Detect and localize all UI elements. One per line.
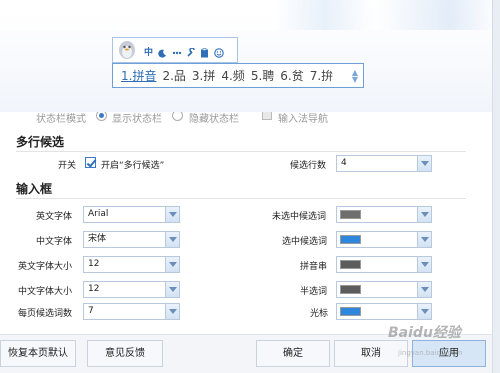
candidates-per-page-value: 7 (88, 306, 94, 316)
dots-icon[interactable] (171, 48, 182, 59)
page-arrows-icon[interactable]: ▲ ▼ (352, 69, 358, 84)
chevron-down-icon[interactable] (417, 304, 431, 319)
radio-show-status-bar-label: 显示状态栏 (112, 114, 162, 125)
radio-show-status-bar[interactable] (96, 112, 107, 121)
watermark-site: jingyan.baidu.com (398, 349, 463, 357)
english-font-select[interactable]: Arial (83, 206, 180, 223)
candidate-3[interactable]: 3.拼 (192, 67, 215, 84)
color-swatch (340, 285, 361, 294)
chevron-down-icon[interactable] (417, 207, 431, 222)
ime-toolbar-icons: 中 (143, 46, 224, 60)
candidate-5[interactable]: 5.聘 (251, 67, 274, 84)
chevron-down-icon[interactable] (165, 304, 179, 319)
candidates-per-page-label: 每页候选词数 (18, 309, 73, 319)
chinese-font-size-label: 中文字体大小 (18, 287, 73, 297)
chinese-font-size-select[interactable]: 12 (83, 281, 180, 298)
selected-candidate-color-select[interactable] (336, 231, 432, 248)
status-bar-mode-row: 状态栏模式 显示状态栏 隐藏状态栏 输入法导航 (0, 112, 492, 127)
english-font-label: 英文字体 (36, 212, 73, 222)
chevron-down-icon[interactable] (165, 232, 179, 247)
chinese-font-size-value: 12 (88, 284, 100, 294)
candidates-per-page-select[interactable]: 7 (83, 303, 180, 320)
chevron-down-icon[interactable] (417, 232, 431, 247)
candidate-6[interactable]: 6.贫 (280, 67, 303, 84)
radio-hide-status-bar-label: 隐藏状态栏 (189, 114, 239, 125)
cursor-label: 光标 (310, 309, 329, 319)
candidate-4[interactable]: 4.频 (221, 67, 244, 84)
chevron-down-icon[interactable] (165, 257, 179, 272)
candidate-rows-select[interactable]: 4 (336, 155, 432, 172)
english-font-size-label: 英文字体大小 (18, 262, 73, 272)
chevron-down-icon[interactable] (417, 257, 431, 272)
clipboard-icon[interactable] (199, 48, 210, 59)
checkbox-ime-navigation[interactable] (262, 112, 272, 120)
section-title-multi-candidate: 多行候选 (16, 135, 65, 149)
wrench-icon[interactable] (185, 48, 196, 59)
chinese-font-select[interactable]: 宋体 (83, 231, 180, 248)
background-streak (0, 0, 500, 30)
color-swatch (340, 260, 361, 269)
selected-candidate-label: 选中候选词 (282, 237, 328, 247)
color-swatch (340, 235, 361, 244)
radio-hide-status-bar[interactable] (172, 112, 183, 121)
cursor-color-select[interactable] (336, 303, 432, 320)
ime-candidate-list: 1.拼音 2.品 3.拼 4.频 5.聘 6.贫 7.拚 ▲ ▼ (112, 63, 364, 88)
color-swatch (340, 307, 361, 316)
moon-icon[interactable] (157, 48, 168, 59)
divider (16, 198, 466, 199)
ok-button[interactable]: 确定 (256, 340, 330, 367)
unselected-candidate-label: 未选中候选词 (272, 212, 327, 222)
ime-toolbar: 中 (112, 37, 238, 63)
chevron-down-icon[interactable] (165, 207, 179, 222)
candidate-7[interactable]: 7.拚 (310, 67, 333, 84)
color-swatch (340, 210, 361, 219)
candidate-rows-value: 4 (341, 158, 347, 168)
candidate-1[interactable]: 1.拼音 (121, 67, 156, 84)
penguin-icon[interactable] (116, 40, 138, 60)
cancel-button[interactable]: 取消 (334, 340, 408, 367)
multi-candidate-checkbox-label: 开启“多行候选” (101, 161, 165, 171)
pinyin-string-label: 拼音串 (300, 262, 328, 272)
chevron-down-icon[interactable] (417, 156, 431, 171)
watermark-brand: Baidu经验 (388, 325, 461, 341)
right-edge-strip (492, 0, 500, 373)
feedback-button[interactable]: 意见反馈 (87, 340, 163, 367)
chevron-down-icon[interactable] (165, 282, 179, 297)
switch-label: 开关 (58, 161, 77, 171)
candidate-rows-label: 候选行数 (290, 161, 327, 171)
restore-defaults-button[interactable]: 恢复本页默认 (0, 340, 76, 367)
chinese-mode-icon[interactable]: 中 (143, 48, 154, 59)
english-font-size-select[interactable]: 12 (83, 256, 180, 273)
smile-icon[interactable] (213, 48, 224, 59)
candidate-2[interactable]: 2.品 (162, 67, 185, 84)
chinese-font-value: 宋体 (88, 234, 107, 244)
multi-candidate-checkbox[interactable] (85, 157, 96, 168)
section-title-input-box: 输入框 (16, 182, 53, 196)
chinese-font-label: 中文字体 (36, 237, 73, 247)
english-font-value: Arial (88, 209, 109, 219)
half-selected-word-label: 半选词 (300, 287, 328, 297)
pinyin-string-color-select[interactable] (336, 256, 432, 273)
ime-navigation-label: 输入法导航 (278, 114, 328, 125)
divider (16, 151, 466, 152)
unselected-candidate-color-select[interactable] (336, 206, 432, 223)
status-bar-mode-label: 状态栏模式 (36, 114, 86, 125)
half-selected-word-color-select[interactable] (336, 281, 432, 298)
english-font-size-value: 12 (88, 259, 100, 269)
chevron-down-icon[interactable] (417, 282, 431, 297)
